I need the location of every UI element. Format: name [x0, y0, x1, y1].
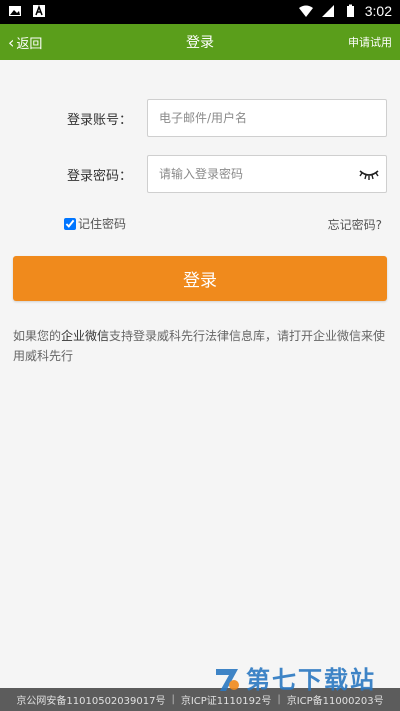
footer-beian: 京公网安备11010502039017号 [16, 696, 166, 707]
password-label: 登录密码： [66, 169, 132, 184]
page-title: 登录 [186, 35, 214, 51]
status-time: 3:02 [364, 3, 392, 19]
image-icon [9, 6, 21, 16]
login-button[interactable]: 登录 [13, 256, 387, 301]
footer-separator: | [171, 694, 175, 705]
app-a-icon [33, 4, 45, 17]
remember-label: 记住密码 [78, 217, 127, 231]
remember-checkbox-input[interactable] [64, 217, 76, 230]
remember-password-checkbox[interactable]: 记住密码 [64, 215, 126, 232]
eye-closed-icon[interactable] [358, 167, 380, 181]
watermark: 第七下载站 [212, 660, 376, 695]
wechat-work-notice: 如果您的企业微信支持登录威科先行法律信息库，请打开企业微信来使用威科先行 [13, 326, 389, 366]
top-nav-bar: ‹ 返回 登录 申请试用 [0, 24, 400, 60]
account-input[interactable] [147, 99, 387, 137]
account-label: 登录账号： [66, 113, 132, 128]
footer-separator: | [277, 694, 281, 705]
forgot-password-link[interactable]: 忘记密码? [328, 216, 382, 233]
notice-prefix: 如果您的 [13, 329, 62, 343]
password-row: 登录密码： [0, 155, 400, 193]
battery-icon [346, 4, 354, 17]
password-input[interactable] [147, 155, 387, 193]
watermark-text: 第七下载站 [246, 666, 376, 694]
notice-highlight: 企业微信 [61, 329, 110, 343]
watermark-logo-icon [216, 668, 239, 691]
apply-trial-button[interactable]: 申请试用 [348, 34, 392, 50]
signal-icon [321, 5, 334, 17]
status-bar: 3:02 [0, 0, 400, 24]
account-row: 登录账号： [0, 99, 400, 137]
wifi-icon [298, 5, 313, 17]
